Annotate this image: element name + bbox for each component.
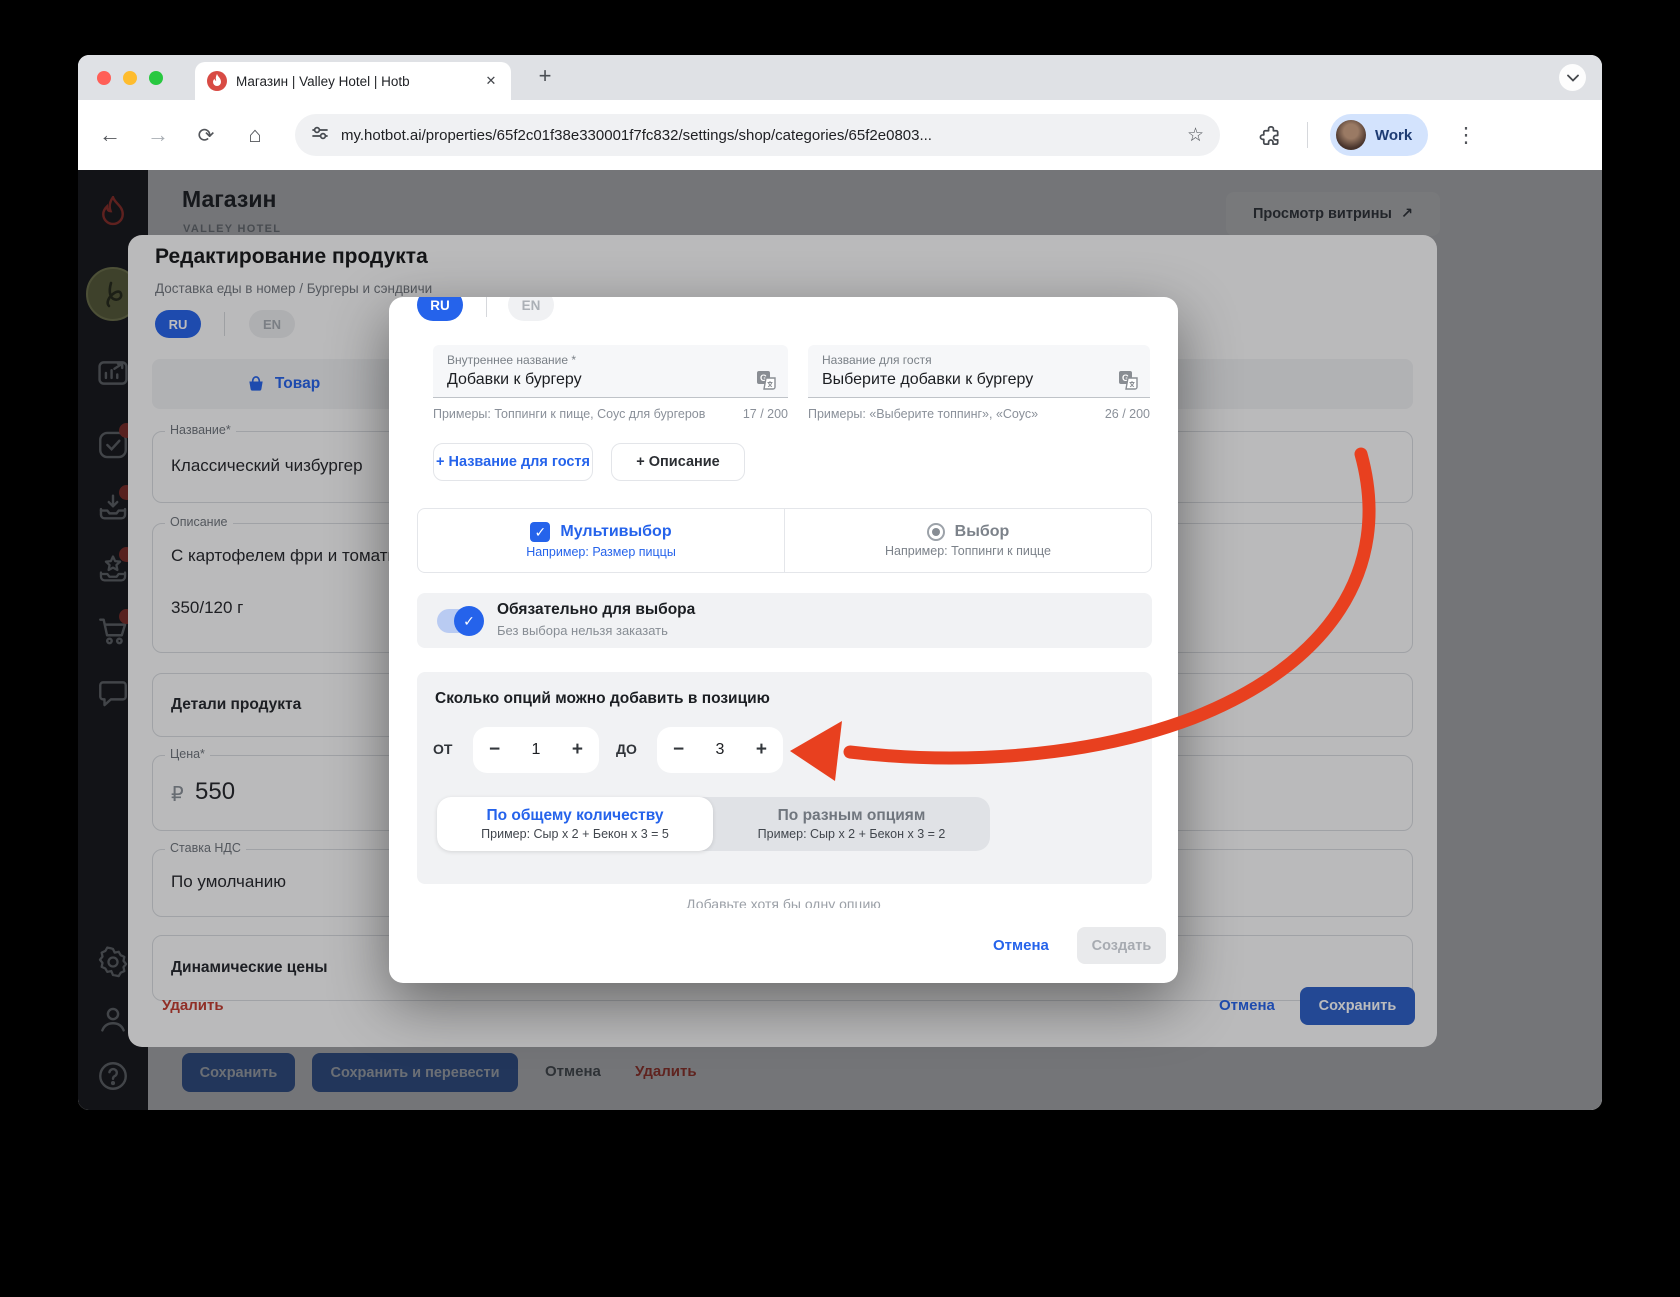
single-choice-option[interactable]: Выбор Например: Топпинги к пицце (785, 509, 1151, 572)
profile-label: Work (1375, 126, 1413, 144)
reload-button[interactable]: ⟳ (186, 100, 226, 170)
single-choice-radio-icon[interactable] (926, 523, 945, 541)
to-value: 3 (715, 741, 725, 758)
mode-per-option-hint: Пример: Сыр х 2 + Бекон х 3 = 2 (757, 827, 946, 841)
from-value: 1 (531, 741, 541, 758)
required-label: Обязательно для выбора (497, 601, 696, 618)
extensions-icon[interactable] (1250, 100, 1290, 170)
browser-window: Магазин | Valley Hotel | Hotb ✕ + ← → ⟳ … (78, 55, 1602, 1110)
site-settings-icon[interactable] (311, 124, 329, 147)
forward-button[interactable]: → (138, 100, 178, 170)
home-button[interactable]: ⌂ (235, 100, 275, 170)
multi-choice-hint: Например: Размер пиццы (526, 545, 676, 559)
internal-name-label: Внутреннее название * (447, 353, 576, 367)
browser-menu-kebab-icon[interactable]: ⋮ (1446, 100, 1486, 170)
to-plus-button[interactable]: + (756, 739, 767, 761)
mode-per-option-segment[interactable]: По разным опциям Пример: Сыр х 2 + Бекон… (713, 797, 990, 851)
tab-close-icon[interactable]: ✕ (481, 71, 501, 91)
guest-name-counter: 26 / 200 (1104, 407, 1150, 421)
single-choice-label: Выбор (954, 523, 1010, 540)
option-lang-ru-tab[interactable]: RU (417, 297, 463, 321)
traffic-minimize-button[interactable] (123, 71, 137, 85)
count-mode-segmented-control: По общему количеству Пример: Сыр х 2 + Б… (437, 797, 990, 851)
new-tab-button[interactable]: + (530, 61, 560, 91)
option-modal-create-label: Создать (1091, 937, 1152, 954)
guest-name-value: Выберите добавки к бургеру (822, 371, 1034, 388)
from-label: ОТ (433, 741, 453, 757)
multi-choice-label: Мультивыбор (560, 523, 672, 540)
back-button[interactable]: ← (90, 100, 130, 170)
option-modal-cancel-button[interactable]: Отмена (993, 937, 1049, 954)
guest-name-label: Название для гостя (822, 353, 932, 367)
empty-options-hint: Добавьте хотя бы одну опцию (686, 896, 881, 908)
translate-icon[interactable]: G (756, 370, 776, 390)
internal-name-counter: 17 / 200 (742, 407, 788, 421)
toggle-check-icon: ✓ (454, 606, 484, 636)
required-hint: Без выбора нельзя заказать (497, 623, 668, 638)
to-minus-button[interactable]: − (673, 739, 684, 761)
to-stepper: − 3 + (657, 727, 783, 773)
internal-name-hint: Примеры: Топпинги к пище, Соус для бурге… (433, 407, 706, 421)
guest-name-field[interactable]: Название для гостя Выберите добавки к бу… (808, 345, 1150, 398)
profile-avatar (1336, 120, 1366, 150)
from-stepper: − 1 + (473, 727, 599, 773)
from-plus-button[interactable]: + (572, 739, 583, 761)
option-lang-divider (486, 297, 487, 317)
mode-total-hint: Пример: Сыр х 2 + Бекон х 3 = 5 (481, 827, 669, 841)
bookmark-star-icon[interactable]: ☆ (1187, 124, 1204, 147)
tab-search-chevron-icon[interactable] (1559, 64, 1586, 91)
guest-name-hint: Примеры: «Выберите топпинг», «Соус» (808, 407, 1039, 421)
app-content: Магазин VALLEY HOTEL Просмотр витрины ↗ … (78, 170, 1602, 1110)
options-count-title: Сколько опций можно добавить в позицию (435, 690, 770, 707)
address-bar[interactable]: my.hotbot.ai/properties/65f2c01f38e33000… (295, 114, 1220, 156)
mode-total-segment[interactable]: По общему количеству Пример: Сыр х 2 + Б… (437, 797, 713, 851)
add-description-button[interactable]: + Описание (611, 443, 745, 481)
option-group-modal: RU EN Внутреннее название * Добавки к бу… (389, 297, 1178, 983)
option-modal-create-button[interactable]: Создать (1077, 927, 1166, 964)
option-lang-en-tab[interactable]: EN (508, 297, 554, 321)
screenshot-canvas: Магазин | Valley Hotel | Hotb ✕ + ← → ⟳ … (0, 0, 1680, 1297)
browser-tab-active[interactable]: Магазин | Valley Hotel | Hotb ✕ (195, 62, 511, 100)
translate-icon[interactable]: G (1118, 370, 1138, 390)
options-count-panel: Сколько опций можно добавить в позицию О… (417, 672, 1152, 884)
add-guest-name-button[interactable]: + Название для гостя (433, 443, 593, 481)
required-panel: ✓ Обязательно для выбора Без выбора нель… (417, 593, 1152, 648)
single-choice-hint: Например: Топпинги к пицце (885, 544, 1051, 558)
url-text[interactable]: my.hotbot.ai/properties/65f2c01f38e33000… (341, 127, 1187, 144)
internal-name-field[interactable]: Внутреннее название * Добавки к бургеру … (433, 345, 788, 398)
profile-chip[interactable]: Work (1330, 114, 1429, 156)
tab-title: Магазин | Valley Hotel | Hotb (236, 73, 410, 89)
multi-choice-option[interactable]: ✓ Мультивыбор Например: Размер пиццы (418, 509, 785, 572)
multi-choice-checkbox-icon[interactable]: ✓ (530, 522, 551, 542)
required-toggle[interactable]: ✓ (437, 606, 484, 636)
traffic-zoom-button[interactable] (149, 71, 163, 85)
mode-per-option-label: По разным опциям (777, 807, 926, 824)
internal-name-value: Добавки к бургеру (447, 371, 582, 388)
mode-total-label: По общему количеству (486, 807, 664, 824)
from-minus-button[interactable]: − (489, 739, 500, 761)
traffic-close-button[interactable] (97, 71, 111, 85)
browser-toolbar: ← → ⟳ ⌂ my.hotbot.ai/properties/65f2c01f… (78, 100, 1602, 170)
toolbar-divider (1307, 122, 1308, 148)
browser-tabstrip: Магазин | Valley Hotel | Hotb ✕ + (78, 55, 1602, 100)
selection-type-card: ✓ Мультивыбор Например: Размер пиццы Выб… (417, 508, 1152, 573)
to-label: ДО (616, 741, 637, 757)
hotbot-favicon-icon (207, 71, 227, 91)
